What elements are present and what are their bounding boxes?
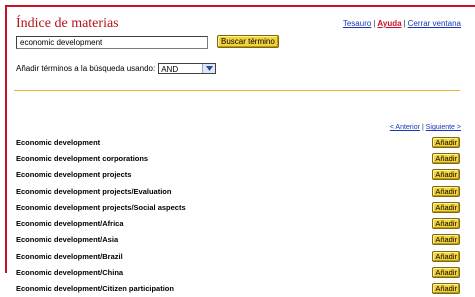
term-label: Economic development/Africa <box>16 219 124 229</box>
term-label: Economic development/Asia <box>16 235 119 245</box>
search-input[interactable]: economic development <box>16 36 208 49</box>
list-item: Economic development projects Añadir <box>16 167 460 183</box>
close-window-link[interactable]: Cerrar ventana <box>408 19 461 28</box>
add-button[interactable]: Añadir <box>432 218 460 230</box>
list-item: Economic development/Citizen participati… <box>16 281 460 297</box>
separator: | <box>403 19 406 28</box>
thesaurus-link[interactable]: Tesauro <box>343 19 371 28</box>
separator: | <box>421 124 424 131</box>
add-button[interactable]: Añadir <box>432 136 460 148</box>
previous-page-link[interactable]: < Anterior <box>390 124 420 131</box>
add-button[interactable]: Añadir <box>432 169 460 181</box>
term-label: Economic development projects/Evaluation <box>16 186 172 196</box>
operator-select[interactable]: AND <box>158 63 217 74</box>
term-label: Economic development/Citizen participati… <box>16 284 174 294</box>
term-label: Economic development/Brazil <box>16 251 123 261</box>
list-item: Economic development/Asia Añadir <box>16 232 460 248</box>
list-item: Economic development corporations Añadir <box>16 150 460 166</box>
separator: | <box>373 19 376 28</box>
term-label: Economic development corporations <box>16 153 149 163</box>
pagination: < Anterior | Siguiente > <box>390 124 461 131</box>
add-button[interactable]: Añadir <box>432 152 460 164</box>
combine-operator-row: Añadir términos a la búsqueda usando: AN… <box>16 63 217 74</box>
term-label: Economic development <box>16 137 101 147</box>
add-button[interactable]: Añadir <box>432 250 460 262</box>
list-item: Economic development Añadir <box>16 134 460 150</box>
add-button[interactable]: Añadir <box>432 201 460 213</box>
add-button[interactable]: Añadir <box>432 185 460 197</box>
list-item: Economic development/Africa Añadir <box>16 215 460 231</box>
chevron-down-icon[interactable] <box>202 64 216 73</box>
list-item: Economic development projects/Evaluation… <box>16 183 460 199</box>
list-item: Economic development projects/Social asp… <box>16 199 460 215</box>
help-link[interactable]: Ayuda <box>377 19 401 28</box>
term-label: Economic development projects/Social asp… <box>16 202 186 212</box>
term-label: Economic development projects <box>16 170 132 180</box>
top-links: Tesauro | Ayuda | Cerrar ventana <box>343 19 461 28</box>
combine-label: Añadir términos a la búsqueda usando: <box>16 64 156 73</box>
divider <box>14 90 460 91</box>
list-item: Economic development/Brazil Añadir <box>16 248 460 264</box>
operator-selected-value: AND <box>161 65 179 74</box>
page-title: Índice de materias <box>16 16 119 31</box>
search-term-button[interactable]: Buscar término <box>217 35 279 48</box>
add-button[interactable]: Añadir <box>432 234 460 246</box>
add-button[interactable]: Añadir <box>432 283 460 295</box>
next-page-link[interactable]: Siguiente > <box>426 124 461 131</box>
